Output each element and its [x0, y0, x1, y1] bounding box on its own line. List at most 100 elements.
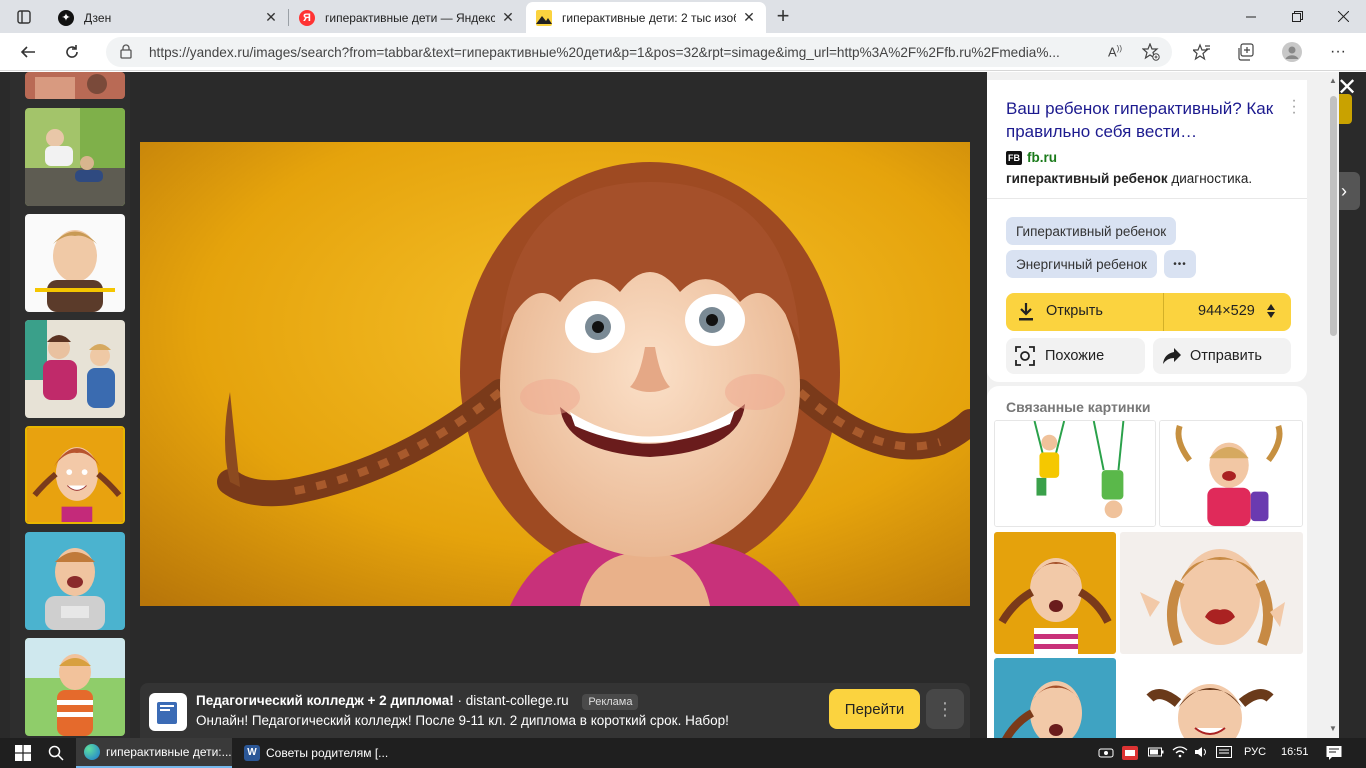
related-image[interactable]	[994, 658, 1116, 738]
related-images: Связанные картинки	[987, 386, 1307, 738]
read-aloud-icon[interactable]: A))	[1108, 44, 1122, 59]
back-arrow-icon[interactable]	[14, 38, 42, 66]
tag-chip[interactable]: Гиперактивный ребенок	[1006, 217, 1177, 245]
favorites-icon[interactable]	[1188, 38, 1216, 66]
taskbar-app-edge[interactable]: гиперактивные дети:...	[76, 738, 232, 768]
size-updown-icon[interactable]	[1267, 304, 1275, 323]
address-bar[interactable]: https://yandex.ru/images/search?from=tab…	[106, 37, 1172, 67]
minimize-icon[interactable]	[1228, 0, 1274, 33]
tab-title: гиперактивные дети: 2 тыс изоб	[562, 10, 736, 25]
related-image[interactable]	[1120, 532, 1303, 654]
ad-domain[interactable]: distant-college.ru	[466, 693, 569, 708]
tab-title: Дзен	[84, 10, 112, 25]
panel-scrollbar[interactable]: ▲ ▼	[1327, 72, 1339, 738]
tray-clock[interactable]: 16:51	[1281, 746, 1309, 758]
thumbnail-item[interactable]	[25, 638, 125, 736]
tab-close-icon[interactable]: ✕	[501, 9, 515, 26]
taskbar: гиперактивные дети:... W Советы родителя…	[0, 738, 1366, 768]
source-link[interactable]: FB fb.ru	[1006, 150, 1057, 165]
thumbnail-item[interactable]	[25, 108, 125, 206]
info-panel: Ваш ребенок гиперактивный? Как правильно…	[987, 72, 1327, 738]
ad-more-icon[interactable]: ⋮	[926, 689, 964, 729]
description-rest: диагностика.	[1167, 171, 1253, 186]
related-image[interactable]	[994, 420, 1156, 527]
profile-avatar-icon[interactable]	[1278, 38, 1306, 66]
start-windows-icon[interactable]	[10, 738, 36, 768]
tab-dzen[interactable]: ✦ Дзен ✕	[48, 2, 288, 33]
ad-block[interactable]: Педагогический колледж + 2 диплома! · di…	[140, 683, 970, 738]
ad-text[interactable]: Онлайн! Педагогический колледж! После 9-…	[196, 713, 729, 728]
divider	[987, 198, 1307, 199]
share-arrow-icon	[1162, 347, 1182, 365]
thumbnail-item[interactable]	[25, 214, 125, 312]
scroll-down-icon[interactable]: ▼	[1329, 724, 1337, 733]
taskbar-app-title: Советы родителям [...	[266, 746, 389, 760]
tab-strip: ✦ Дзен ✕ Я гиперактивные дети — Яндекс ✕…	[0, 0, 1366, 33]
similar-button[interactable]: Похожие	[1006, 338, 1145, 374]
open-button[interactable]: Открыть 944×529	[1006, 293, 1291, 331]
close-window-icon[interactable]	[1320, 0, 1366, 33]
similar-label: Похожие	[1045, 348, 1105, 364]
tab-yandex-search[interactable]: Я гиперактивные дети — Яндекс ✕	[289, 2, 525, 33]
thumbnail-item[interactable]	[25, 72, 125, 99]
more-options-icon[interactable]: · · ·	[1289, 93, 1299, 121]
tray-app-icon[interactable]	[1122, 746, 1138, 763]
ad-logo-icon	[149, 693, 187, 731]
size-select[interactable]: 944×529	[1198, 303, 1255, 319]
yandex-images-favicon-icon	[536, 9, 552, 26]
related-image[interactable]	[994, 532, 1116, 654]
tag-chip[interactable]: Энергичный ребенок	[1006, 250, 1157, 278]
scrollbar-thumb[interactable]	[1330, 96, 1337, 336]
related-title: Связанные картинки	[1006, 399, 1151, 415]
thumbnail-item[interactable]	[25, 320, 125, 418]
tray-input-icon[interactable]	[1216, 746, 1232, 761]
source-domain[interactable]: fb.ru	[1027, 150, 1057, 165]
main-image[interactable]	[140, 142, 983, 606]
ad-badge: Реклама	[582, 694, 639, 710]
lock-icon[interactable]	[120, 44, 132, 64]
notifications-icon[interactable]	[1326, 745, 1342, 764]
word-icon: W	[244, 745, 260, 761]
image-title-link[interactable]: Ваш ребенок гиперактивный? Как правильно…	[1006, 97, 1276, 143]
tags-more-button[interactable]: •••	[1164, 250, 1196, 278]
share-button[interactable]: Отправить	[1153, 338, 1291, 374]
taskbar-search-icon[interactable]	[44, 738, 68, 768]
ad-title-text[interactable]: Педагогический колледж + 2 диплома!	[196, 693, 454, 708]
tray-wifi-icon[interactable]	[1172, 746, 1188, 761]
ad-title[interactable]: Педагогический колледж + 2 диплома! · di…	[196, 693, 639, 710]
fb-logo-icon: FB	[1006, 150, 1022, 165]
tray-language[interactable]: РУС	[1244, 746, 1266, 758]
image-description: гиперактивный ребенок диагностика.	[1006, 171, 1252, 186]
dzen-favicon-icon: ✦	[58, 9, 74, 26]
related-image[interactable]	[1159, 420, 1303, 527]
tab-yandex-images[interactable]: гиперактивные дети: 2 тыс изоб ✕	[526, 2, 766, 33]
download-icon	[1018, 302, 1034, 327]
tab-close-icon[interactable]: ✕	[742, 9, 756, 26]
scroll-up-icon[interactable]: ▲	[1329, 76, 1337, 85]
related-image[interactable]	[1120, 658, 1303, 738]
taskbar-app-word[interactable]: W Советы родителям [...	[236, 738, 392, 768]
edge-icon	[84, 744, 100, 760]
settings-more-icon[interactable]: ···	[1324, 38, 1352, 66]
thumbnail-item[interactable]	[25, 532, 125, 630]
share-label: Отправить	[1190, 348, 1262, 364]
ad-separator: ·	[457, 693, 463, 708]
tray-volume-icon[interactable]	[1194, 746, 1210, 761]
tray-battery-icon[interactable]	[1148, 746, 1164, 761]
restore-icon[interactable]	[1274, 0, 1320, 33]
new-tab-icon[interactable]: +	[772, 5, 794, 28]
url-text[interactable]: https://yandex.ru/images/search?from=tab…	[149, 45, 1109, 60]
tab-actions-icon[interactable]	[10, 6, 38, 28]
thumbnail-item-selected[interactable]	[25, 426, 125, 524]
add-favorite-icon[interactable]	[1141, 42, 1160, 66]
open-divider	[1163, 293, 1164, 331]
description-bold: гиперактивный ребенок	[1006, 171, 1168, 186]
tray-network-icon[interactable]	[1098, 746, 1114, 763]
ad-go-button[interactable]: Перейти	[829, 689, 920, 729]
yandex-favicon-icon: Я	[299, 9, 315, 26]
tab-close-icon[interactable]: ✕	[264, 9, 278, 26]
reload-icon[interactable]	[58, 38, 86, 66]
taskbar-app-title: гиперактивные дети:...	[106, 745, 232, 759]
similar-search-icon	[1015, 346, 1035, 366]
collections-icon[interactable]	[1232, 38, 1260, 66]
